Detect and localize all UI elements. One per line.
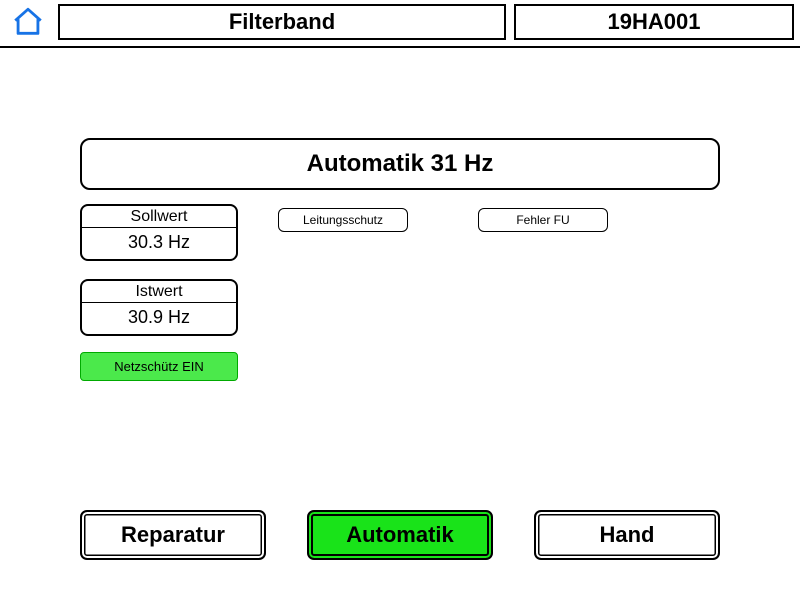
reparatur-label: Reparatur	[121, 522, 225, 548]
home-icon	[11, 5, 45, 39]
home-button[interactable]	[6, 4, 50, 40]
page-title: Filterband	[58, 4, 506, 40]
hand-button[interactable]: Hand	[534, 510, 720, 560]
controls-row: Sollwert 30.3 Hz Istwert 30.9 Hz Netzsch…	[80, 204, 720, 381]
istwert-box: Istwert 30.9 Hz	[80, 279, 238, 336]
sollwert-label: Sollwert	[82, 206, 236, 227]
istwert-value: 30.9 Hz	[82, 302, 236, 334]
reparatur-button[interactable]: Reparatur	[80, 510, 266, 560]
status-banner: Automatik 31 Hz	[80, 138, 720, 190]
status-text: Automatik 31 Hz	[307, 150, 494, 178]
netzschuetz-label: Netzschütz EIN	[114, 359, 204, 374]
fehler-fu-button[interactable]: Fehler FU	[478, 208, 608, 232]
device-code: 19HA001	[514, 4, 794, 40]
fehler-fu-label: Fehler FU	[516, 213, 569, 227]
automatik-label: Automatik	[346, 522, 454, 548]
automatik-button[interactable]: Automatik	[307, 510, 493, 560]
value-column: Sollwert 30.3 Hz Istwert 30.9 Hz Netzsch…	[80, 204, 238, 381]
netzschuetz-button[interactable]: Netzschütz EIN	[80, 352, 238, 381]
istwert-label: Istwert	[82, 281, 236, 302]
main-content: Automatik 31 Hz Sollwert 30.3 Hz Istwert…	[0, 60, 800, 602]
header-bar: Filterband 19HA001	[0, 0, 800, 48]
sollwert-value[interactable]: 30.3 Hz	[82, 227, 236, 259]
device-code-text: 19HA001	[608, 9, 701, 35]
sollwert-box: Sollwert 30.3 Hz	[80, 204, 238, 261]
side-buttons: Leitungsschutz Fehler FU	[278, 204, 608, 232]
leitungsschutz-label: Leitungsschutz	[303, 213, 383, 227]
hand-label: Hand	[600, 522, 655, 548]
mode-row: Reparatur Automatik Hand	[80, 510, 720, 560]
page-title-text: Filterband	[229, 9, 335, 35]
leitungsschutz-button[interactable]: Leitungsschutz	[278, 208, 408, 232]
